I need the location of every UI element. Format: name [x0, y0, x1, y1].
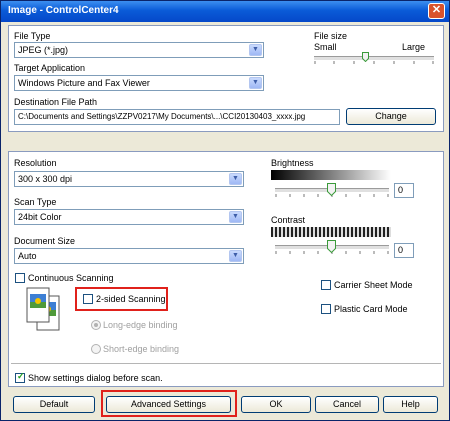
close-icon[interactable]: ✕	[428, 3, 445, 19]
long-edge-binding-label: Long-edge binding	[103, 320, 178, 330]
document-size-select[interactable]: Auto ▼	[14, 248, 244, 264]
chevron-down-icon: ▼	[229, 250, 242, 262]
two-sided-pages-icon	[26, 287, 60, 331]
chevron-down-icon: ▼	[229, 211, 242, 223]
resolution-label: Resolution	[14, 158, 57, 168]
contrast-value-field[interactable]: 0	[394, 243, 414, 258]
file-size-ticks	[314, 61, 434, 64]
brightness-label: Brightness	[271, 158, 314, 168]
file-size-small-label: Small	[314, 42, 337, 52]
file-size-label: File size	[314, 31, 348, 41]
contrast-slider-thumb[interactable]	[327, 240, 336, 253]
target-app-select[interactable]: Windows Picture and Fax Viewer ▼	[14, 75, 264, 91]
file-type-select[interactable]: JPEG (*.jpg) ▼	[14, 42, 264, 58]
contrast-pattern	[271, 227, 391, 237]
advanced-settings-button[interactable]: Advanced Settings	[106, 396, 231, 413]
change-button[interactable]: Change	[346, 108, 436, 125]
brightness-value-field[interactable]: 0	[394, 183, 414, 198]
short-edge-binding-label: Short-edge binding	[103, 344, 180, 354]
short-edge-binding-radio[interactable]	[91, 344, 101, 354]
chevron-down-icon: ▼	[249, 77, 262, 89]
show-settings-checkbox[interactable]: ✓	[15, 371, 25, 383]
scan-settings-dialog: Image - ControlCenter4 ✕ File Type JPEG …	[0, 0, 450, 421]
divider	[11, 363, 441, 364]
continuous-scanning-label: Continuous Scanning	[28, 273, 114, 283]
document-size-label: Document Size	[14, 236, 76, 246]
file-size-slider-thumb[interactable]	[362, 52, 369, 62]
long-edge-binding-radio[interactable]	[91, 320, 101, 330]
two-sided-scanning-checkbox[interactable]	[83, 294, 93, 304]
scan-settings-panel: Resolution 300 x 300 dpi ▼ Scan Type 24b…	[8, 151, 444, 387]
file-size-large-label: Large	[402, 42, 426, 52]
file-settings-panel: File Type JPEG (*.jpg) ▼ File size Small…	[8, 25, 444, 132]
file-type-label: File Type	[14, 31, 51, 41]
default-button[interactable]: Default	[13, 396, 95, 413]
continuous-scanning-checkbox[interactable]	[15, 273, 25, 283]
carrier-sheet-mode-label: Carrier Sheet Mode	[334, 280, 413, 290]
brightness-slider-thumb[interactable]	[327, 183, 336, 196]
carrier-sheet-mode-checkbox[interactable]	[321, 280, 331, 290]
ok-button[interactable]: OK	[241, 396, 311, 413]
destination-path-field[interactable]: C:\Documents and Settings\ZZPV0217\My Do…	[14, 109, 340, 125]
title-bar[interactable]: Image - ControlCenter4 ✕	[1, 1, 449, 22]
destination-path-label: Destination File Path	[14, 97, 98, 107]
chevron-down-icon: ▼	[229, 173, 242, 185]
scan-type-select[interactable]: 24bit Color ▼	[14, 209, 244, 225]
target-app-label: Target Application	[14, 63, 86, 73]
window-title: Image - ControlCenter4	[8, 5, 119, 16]
plastic-card-mode-label: Plastic Card Mode	[334, 304, 408, 314]
plastic-card-mode-checkbox[interactable]	[321, 304, 331, 314]
chevron-down-icon: ▼	[249, 44, 262, 56]
cancel-button[interactable]: Cancel	[315, 396, 379, 413]
resolution-select[interactable]: 300 x 300 dpi ▼	[14, 171, 244, 187]
show-settings-label: Show settings dialog before scan.	[28, 373, 163, 383]
contrast-label: Contrast	[271, 215, 306, 225]
brightness-gradient	[271, 170, 391, 180]
help-button[interactable]: Help	[383, 396, 438, 413]
two-sided-scanning-label: 2-sided Scanning	[96, 294, 166, 304]
scan-type-label: Scan Type	[14, 197, 57, 207]
